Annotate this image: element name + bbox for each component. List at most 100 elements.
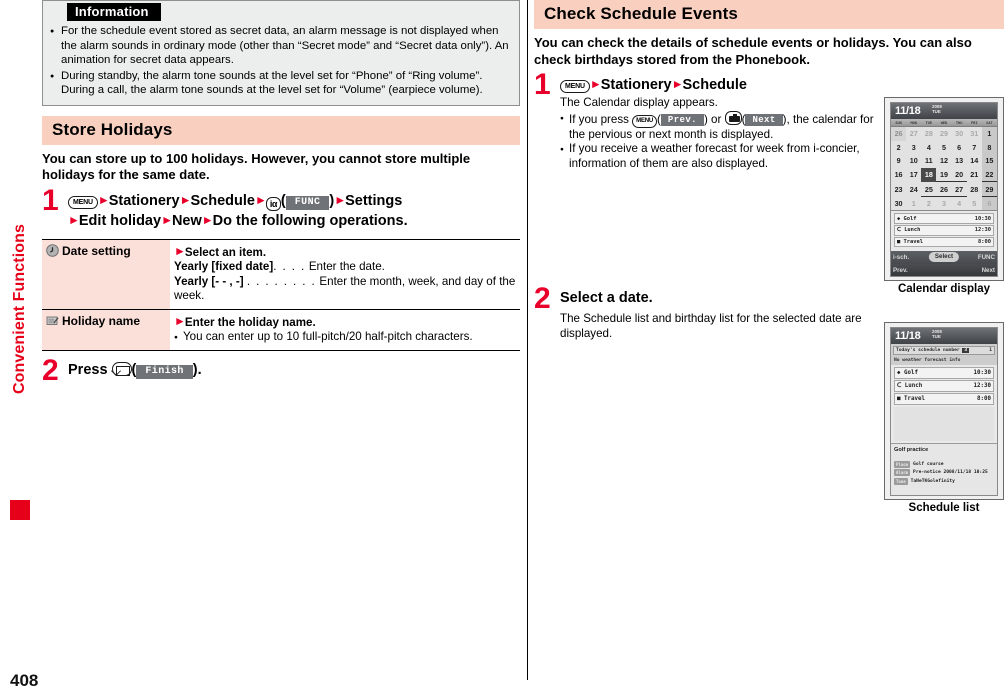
manual-page: Convenient Functions 408 Information For… [0,0,1004,697]
event-icon: ᑕ [897,227,901,234]
store-holidays-step-2: 2 Press (Finish). [42,356,520,386]
calendar-day-cell[interactable]: 6 [981,196,997,211]
step-title: Press (Finish). [68,362,202,380]
event-item[interactable]: ᑕ Lunch 12:30 [894,225,994,236]
arrow-icon: ► [174,243,186,258]
calendar-day-cell[interactable]: 1 [981,127,997,141]
event-name: Travel [904,396,925,403]
calendar-day-cell[interactable]: 11 [921,154,936,168]
softkey-i-sch[interactable]: i-sch. [893,252,909,263]
calendar-day-cell[interactable]: 12 [936,154,951,168]
calendar-day-cell[interactable]: 26 [936,182,952,197]
calendar-day-cell[interactable]: 16 [891,168,906,183]
dow-cell: FRI [971,120,978,125]
calendar-dow-row: SUN MON TUE WED THU FRI SAT [891,119,997,127]
dow-cell: TUE [925,120,933,125]
schedule-detail-row: Place Golf course [894,460,994,468]
calendar-day-cell[interactable]: 30 [891,197,906,211]
calendar-day-cell[interactable]: 1 [906,197,921,211]
calendar-day-cell[interactable]: 29 [981,182,997,197]
event-item[interactable]: ■ Travel 8:00 [894,237,994,248]
arrow-icon: ► [68,212,80,227]
calendar-day-cell[interactable]: 27 [906,127,921,141]
event-icon: ᑕ [897,382,902,389]
softkey-func[interactable]: FUNC [978,252,995,263]
calendar-day-cell[interactable]: 22 [981,167,997,183]
schedule-list-screenshot: 11/18 2008 TUE Today's schedule number 3 … [884,322,1004,500]
schedule-list-title-date: 11/18 [895,330,921,342]
table-row-head: ►Enter the holiday name. [174,314,516,331]
calendar-day-cell[interactable]: 29 [936,127,951,141]
calendar-day-cell[interactable]: 14 [967,154,982,168]
step-body-text: The Schedule list and birthday list for … [560,312,862,340]
schedule-detail-title: Golf practice [894,446,929,453]
bullet-pre-text: If you press [569,112,629,126]
arrow-icon: ► [174,313,186,328]
event-name: Lunch [904,382,923,389]
schedule-list-lcd: 11/18 2008 TUE Today's schedule number 3 … [890,327,998,496]
calendar-day-cell[interactable]: 10 [906,154,921,168]
calendar-day-cell[interactable]: 27 [951,182,967,197]
calendar-day-cell[interactable]: 6 [952,141,967,155]
step-number: 2 [534,282,551,316]
calendar-day-cell[interactable]: 28 [921,127,936,141]
calendar-day-cell[interactable]: 3 [906,141,921,155]
calendar-day-cell[interactable]: 26 [891,127,907,141]
softkey-prev[interactable]: Prev. [893,265,908,275]
calendar-day-cell[interactable]: 15 [981,154,997,168]
menu-path-stationery: Stationery [600,77,672,93]
information-box: Information For the schedule event store… [42,0,520,106]
event-time: 8:00 [977,396,991,403]
calendar-day-cell[interactable]: 21 [967,168,982,183]
event-item[interactable]: ■ Travel 8:00 [894,393,994,406]
softkey-finish-label: Finish [136,365,193,380]
left-column: Information For the schedule event store… [42,0,520,697]
event-icon: ◆ [897,369,901,376]
calendar-day-cell[interactable]: 13 [952,154,967,168]
calendar-day-cell[interactable]: 3 [936,197,951,211]
calendar-day-cell[interactable]: 5 [967,197,982,211]
softkey-next-label: Next [745,113,783,126]
calendar-day-cell[interactable]: 31 [967,127,982,141]
calendar-day-cell[interactable]: 20 [951,168,967,183]
calendar-day-cell[interactable]: 2 [921,197,936,211]
holiday-options-table: Date setting ►Select an item. Yearly [fi… [42,238,520,352]
weather-forecast-note: No weather forecast info [894,357,961,363]
table-row-label: Holiday name [62,313,141,328]
calendar-day-cell[interactable]: 2 [891,141,906,155]
event-item[interactable]: ᑕ Lunch 12:30 [894,379,994,392]
calendar-grid: 26 27 28 29 30 31 1 2 3 4 5 6 7 8 9 10 1… [891,127,997,211]
arrow-icon: ► [589,77,602,91]
detail-value: Pre-notice 2008/11/18 10:25 [913,470,988,476]
calendar-day-cell[interactable]: 8 [981,140,997,155]
store-holidays-step-1: 1 MENU ►Stationery►Schedule► iα(FUNC)►Sett… [42,185,520,231]
calendar-day-cell[interactable]: 23 [891,182,906,197]
calendar-day-cell[interactable]: 7 [967,141,982,155]
menu-key-icon: MENU [68,195,98,209]
dow-cell: SUN [895,120,902,125]
detail-value: Golf course [913,461,944,467]
calendar-figure-caption: Calendar display [897,282,991,295]
calendar-day-cell[interactable]: 17 [906,168,921,183]
calendar-day-cell[interactable]: 9 [891,154,906,168]
calendar-day-cell[interactable]: 19 [936,168,952,183]
calendar-day-cell[interactable]: 30 [952,127,967,141]
schedule-count-badge: 3 [962,348,970,353]
calendar-day-cell[interactable]: 4 [952,197,967,211]
arrow-icon: ► [97,192,110,207]
calendar-screenshot: 11/18 2008 TUE SUN MON TUE WED THU FRI SA… [884,97,1004,281]
detail-tag: Place [894,460,911,468]
calendar-day-cell-selected[interactable]: 18 [921,167,937,183]
event-name: Lunch [904,227,921,234]
dow-cell: THU [955,120,963,125]
calendar-day-cell[interactable]: 5 [936,141,951,155]
softkey-select[interactable]: Select [928,252,960,263]
check-schedule-lead: You can check the details of schedule ev… [534,35,972,67]
calendar-day-cell[interactable]: 24 [906,182,921,197]
calendar-day-cell[interactable]: 28 [967,182,982,197]
event-item[interactable]: ◆ Golf 10:30 [894,366,994,379]
event-item[interactable]: ◆ Golf 10:30 [894,213,994,224]
calendar-day-cell[interactable]: 4 [921,141,936,155]
calendar-day-cell[interactable]: 25 [921,182,937,197]
softkey-next[interactable]: Next [982,265,995,275]
